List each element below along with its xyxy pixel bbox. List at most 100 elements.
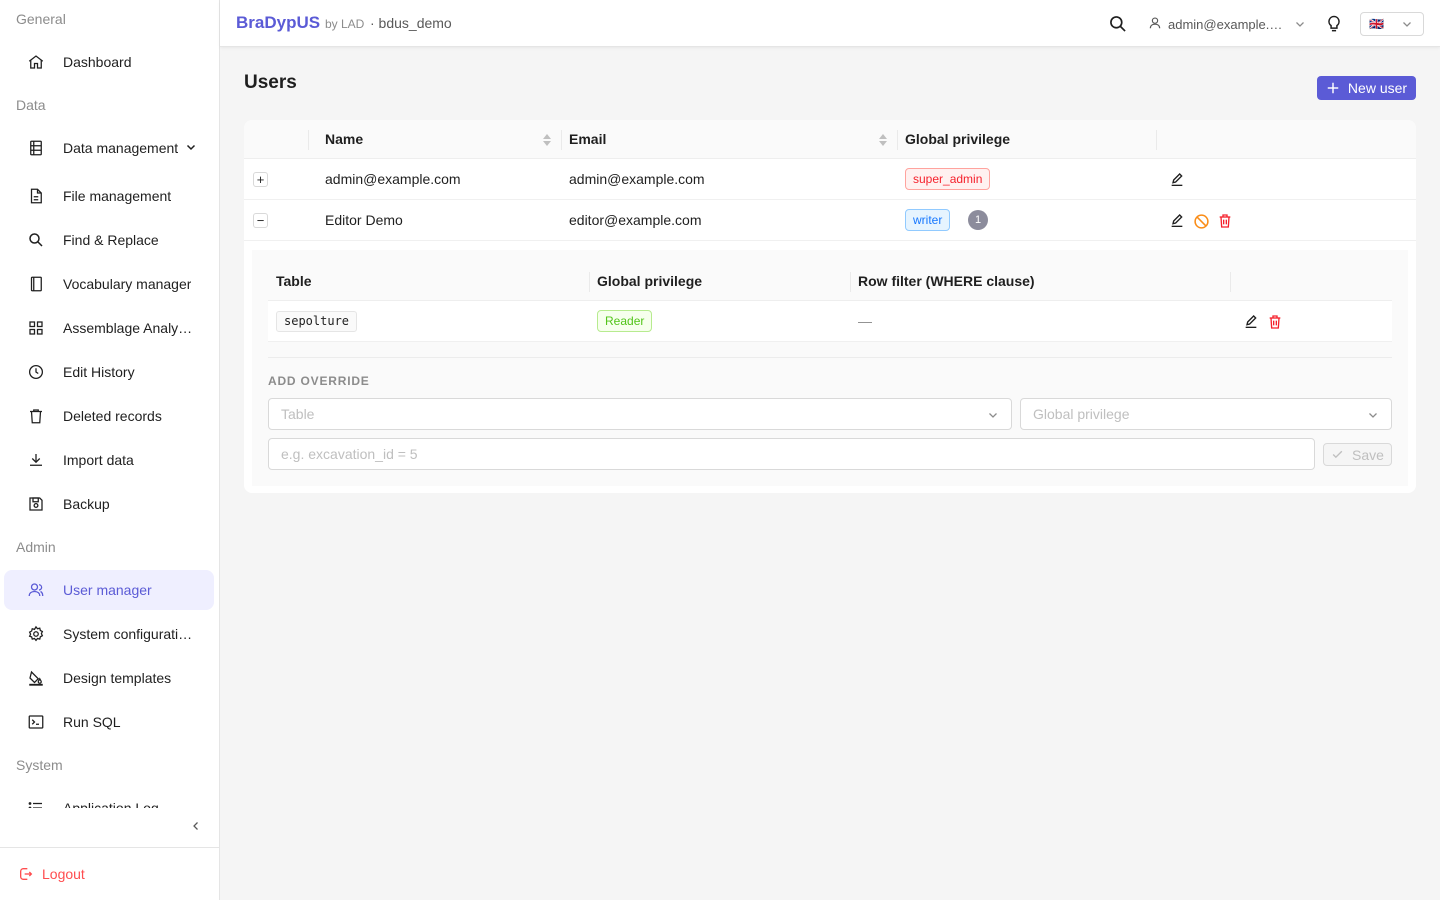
sidebar-item-edit-history[interactable]: Edit History xyxy=(4,352,214,392)
delete-icon[interactable] xyxy=(1266,313,1284,331)
sort-icon[interactable] xyxy=(542,132,552,148)
sidebar-item-backup[interactable]: Backup xyxy=(4,484,214,524)
group-title-admin: Admin xyxy=(16,539,56,555)
privilege-badge: Reader xyxy=(597,310,653,332)
sidebar-item-label: Vocabulary manager xyxy=(63,276,192,292)
table-select[interactable]: Table xyxy=(268,398,1012,430)
clock-icon xyxy=(26,362,46,382)
privilege-select-placeholder: Global privilege xyxy=(1033,406,1130,422)
sidebar-item-data-management[interactable]: Data management xyxy=(4,128,214,168)
lightbulb-icon[interactable] xyxy=(1324,14,1344,34)
collapse-row-button[interactable]: − xyxy=(253,213,268,228)
search-icon xyxy=(26,230,46,250)
flag-uk-icon: 🇬🇧 xyxy=(1369,17,1384,31)
user-name-cell: Editor Demo xyxy=(325,212,403,228)
users-table: Name Email Global privilege + admin@exam… xyxy=(244,120,1416,493)
row-filter-cell: — xyxy=(858,313,872,329)
language-select[interactable]: 🇬🇧 xyxy=(1360,12,1424,36)
logout-button[interactable]: Logout xyxy=(0,847,219,900)
column-header-email[interactable]: Email xyxy=(569,131,606,147)
chevron-down-icon xyxy=(185,140,197,156)
user-email-cell: editor@example.com xyxy=(569,212,702,228)
plus-icon: + xyxy=(256,172,265,187)
column-separator xyxy=(1230,272,1231,292)
collapse-sidebar-button[interactable] xyxy=(186,816,206,836)
sidebar-item-label: Run SQL xyxy=(63,714,121,730)
sidebar-item-label: User manager xyxy=(63,582,152,598)
column-header-row-filter: Row filter (WHERE clause) xyxy=(858,273,1035,289)
table-header: Name Email Global privilege xyxy=(244,120,1416,159)
sidebar-item-run-sql[interactable]: Run SQL xyxy=(4,702,214,742)
expanded-row-panel: Table Global privilege Row filter (WHERE… xyxy=(252,250,1408,486)
new-user-button[interactable]: New user xyxy=(1317,76,1416,100)
add-override-title: ADD OVERRIDE xyxy=(268,374,370,388)
sidebar-item-dashboard[interactable]: Dashboard xyxy=(4,42,214,82)
privilege-select[interactable]: Global privilege xyxy=(1020,398,1392,430)
overrides-table: Table Global privilege Row filter (WHERE… xyxy=(268,262,1392,342)
sidebar-item-import-data[interactable]: Import data xyxy=(4,440,214,480)
sort-icon[interactable] xyxy=(878,132,888,148)
override-count-badge: 1 xyxy=(968,210,988,230)
column-separator xyxy=(308,130,309,150)
edit-icon[interactable] xyxy=(1168,212,1186,230)
save-override-button[interactable]: Save xyxy=(1323,443,1392,466)
chevron-down-icon xyxy=(1367,408,1379,424)
sidebar-item-find-replace[interactable]: Find & Replace xyxy=(4,220,214,260)
minus-icon: − xyxy=(256,213,265,228)
sidebar-item-system-configuration[interactable]: System configurati… xyxy=(4,614,214,654)
chevron-down-icon xyxy=(1294,18,1306,30)
delete-icon[interactable] xyxy=(1216,212,1234,230)
edit-icon[interactable] xyxy=(1168,171,1186,189)
sidebar-item-deleted-records[interactable]: Deleted records xyxy=(4,396,214,436)
group-title-system: System xyxy=(16,757,63,773)
column-separator xyxy=(897,130,898,150)
column-header-privilege: Global privilege xyxy=(597,273,703,289)
sidebar-item-assemblage-analysis[interactable]: Assemblage Analy… xyxy=(4,308,214,348)
sidebar-item-label: Import data xyxy=(63,452,134,468)
sidebar-item-label: Backup xyxy=(63,496,110,512)
privilege-badge: super_admin xyxy=(905,168,991,190)
sidebar-item-application-log[interactable]: Application Log xyxy=(4,788,214,808)
where-clause-placeholder: e.g. excavation_id = 5 xyxy=(281,446,418,462)
top-header: BraDypUS by LAD · bdus_demo admin@exampl… xyxy=(220,0,1440,47)
sidebar: General Dashboard Data Data management F… xyxy=(0,0,220,900)
expand-row-button[interactable]: + xyxy=(253,172,268,187)
user-name-cell: admin@example.com xyxy=(325,171,461,187)
block-icon[interactable] xyxy=(1192,212,1210,230)
sidebar-item-vocabulary-manager[interactable]: Vocabulary manager xyxy=(4,264,214,304)
sidebar-item-label: Deleted records xyxy=(63,408,162,424)
sidebar-item-label: Data management xyxy=(63,140,179,156)
override-row: sepolture Reader — xyxy=(268,301,1392,342)
home-icon xyxy=(26,52,46,72)
save-label: Save xyxy=(1352,446,1384,463)
privilege-badge: writer xyxy=(905,209,951,231)
sidebar-item-label: Design templates xyxy=(63,670,172,686)
column-header-name[interactable]: Name xyxy=(325,131,363,147)
page-title: Users xyxy=(244,72,297,93)
table-name-tag: sepolture xyxy=(276,311,358,332)
save-icon xyxy=(26,494,46,514)
user-menu[interactable]: admin@example.com xyxy=(1148,12,1306,36)
search-icon[interactable] xyxy=(1108,14,1128,34)
sidebar-item-label: System configurati… xyxy=(63,626,193,642)
brand-logo[interactable]: BraDypUS xyxy=(236,13,320,33)
users-icon xyxy=(26,580,46,600)
sidebar-item-user-manager[interactable]: User manager xyxy=(4,570,214,610)
logout-label: Logout xyxy=(42,866,85,882)
where-clause-input[interactable]: e.g. excavation_id = 5 xyxy=(268,438,1315,470)
sidebar-item-design-templates[interactable]: Design templates xyxy=(4,658,214,698)
plus-icon xyxy=(1326,81,1340,95)
sidebar-menu[interactable]: General Dashboard Data Data management F… xyxy=(0,0,219,808)
chevron-down-icon xyxy=(987,408,999,424)
terminal-icon xyxy=(26,712,46,732)
check-icon xyxy=(1331,448,1344,461)
overrides-header: Table Global privilege Row filter (WHERE… xyxy=(268,262,1392,301)
sidebar-item-file-management[interactable]: File management xyxy=(4,176,214,216)
file-icon xyxy=(26,186,46,206)
sidebar-item-label: Application Log xyxy=(63,800,159,808)
edit-icon[interactable] xyxy=(1242,313,1260,331)
trash-icon xyxy=(26,406,46,426)
column-separator xyxy=(589,272,590,292)
user-name: admin@example.com xyxy=(1168,16,1286,32)
list-icon xyxy=(26,798,46,808)
